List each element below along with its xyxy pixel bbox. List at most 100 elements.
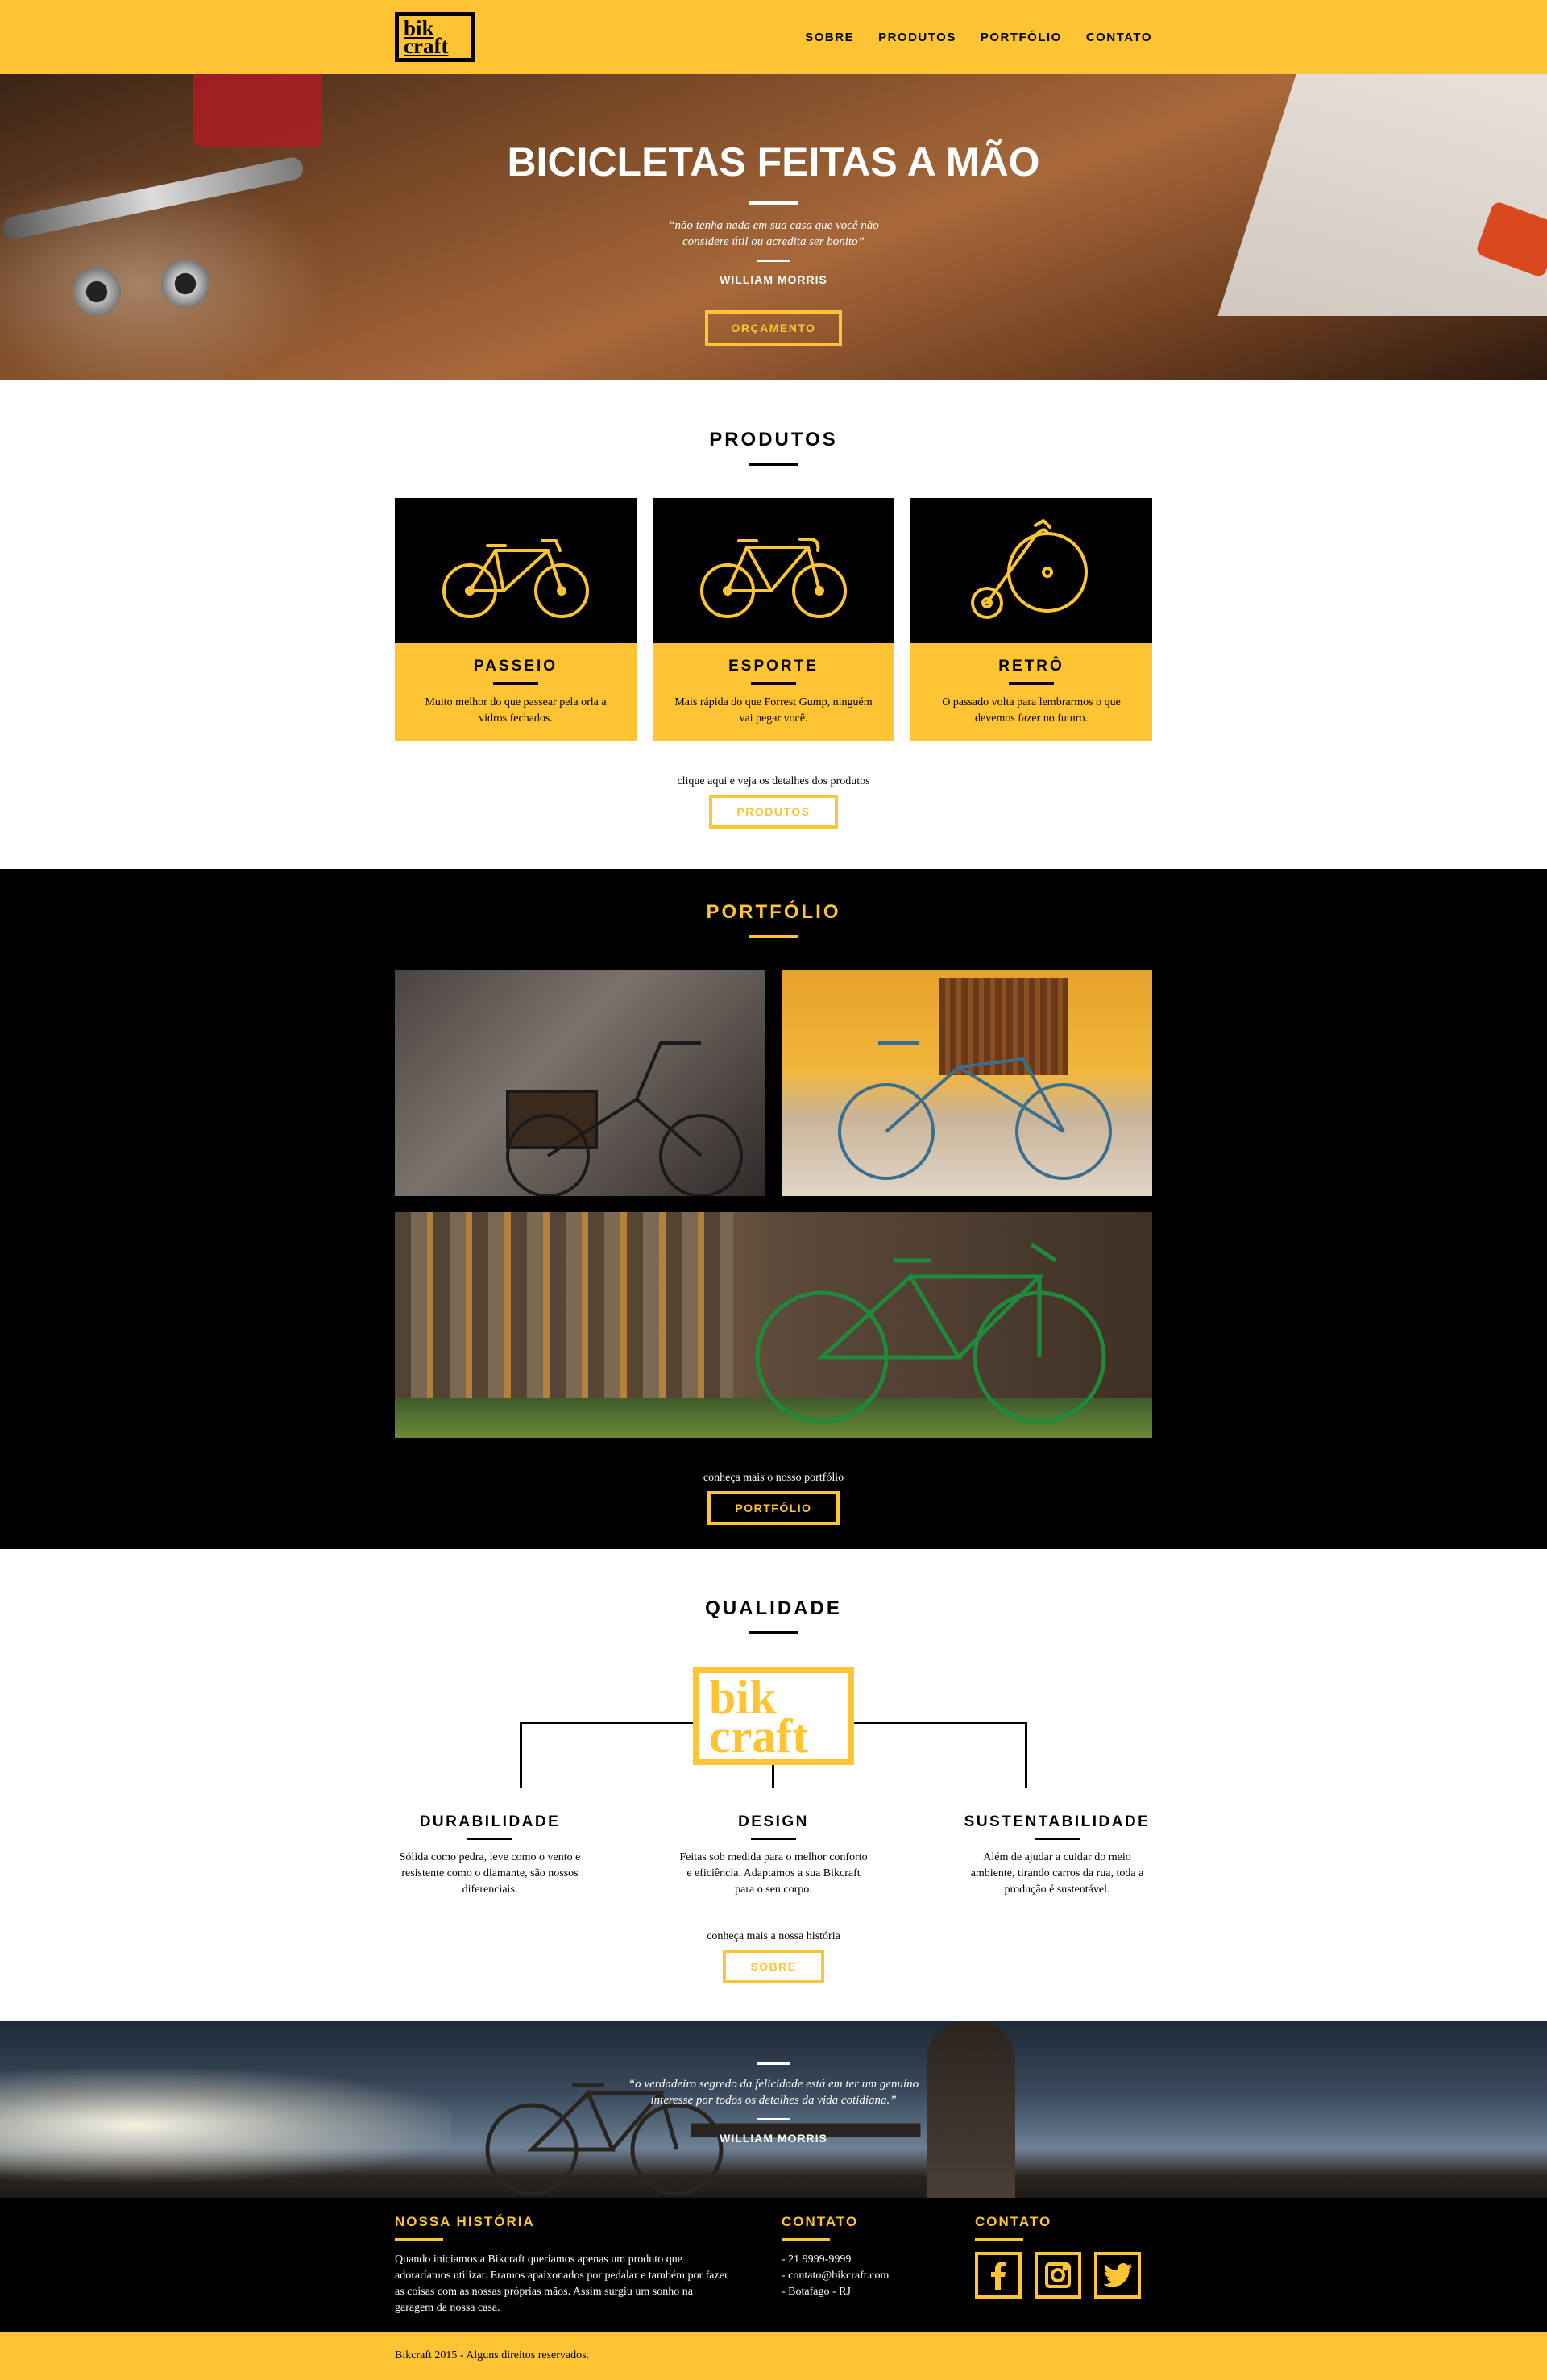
product-divider xyxy=(493,682,538,685)
logo-line2: craft xyxy=(404,34,449,58)
banner-author: WILLIAM MORRIS xyxy=(720,2132,827,2145)
portfolio-section: PORTFÓLIO conheça mais o nosso portfólio… xyxy=(0,869,1547,1549)
copyright-text: Bikcraft 2015 - Alguns direitos reservad… xyxy=(395,2349,590,2361)
qualidade-cta-text: conheça mais a nossa história xyxy=(707,1930,840,1942)
hero-section: BICICLETAS FEITAS A MÃO “não tenha nada … xyxy=(0,74,1547,380)
bike-silhouette xyxy=(838,1041,1112,1180)
nav-link-portfolio[interactable]: PORTFÓLIO xyxy=(981,31,1062,44)
banner-divider xyxy=(757,2118,790,2120)
section-title-portfolio: PORTFÓLIO xyxy=(706,901,841,923)
product-grid: PASSEIO Muito melhor do que passear pela… xyxy=(395,498,1152,741)
banner-divider xyxy=(757,2062,790,2065)
product-body: PASSEIO Muito melhor do que passear pela… xyxy=(395,643,637,741)
footer-email[interactable]: - contato@bikcraft.com xyxy=(782,2268,975,2284)
sobre-button[interactable]: SOBRE xyxy=(723,1950,824,1983)
footer-divider xyxy=(975,2238,1023,2241)
section-title-qualidade: QUALIDADE xyxy=(705,1597,842,1619)
quality-item-sustentabilidade: SUSTENTABILIDADE Além de ajudar a cuidar… xyxy=(962,1813,1152,1898)
footer-historia-text: Quando iniciamos a Bikcraft queriamos ap… xyxy=(395,2253,728,2314)
product-name: PASSEIO xyxy=(473,658,558,675)
footer-divider xyxy=(782,2238,830,2241)
connector-line xyxy=(520,1722,522,1788)
banner-quote: “o verdadeiro segredo da felicidade está… xyxy=(628,2078,919,2107)
quality-logo: bik craft xyxy=(693,1667,854,1765)
produtos-cta-text: clique aqui e veja os detalhes dos produ… xyxy=(677,775,870,787)
product-desc: Mais rápida do que Forrest Gump, ninguém… xyxy=(674,696,873,725)
main-nav: SOBRE PRODUTOS PORTFÓLIO CONTATO xyxy=(781,31,1152,44)
copyright-bar: Bikcraft 2015 - Alguns direitos reservad… xyxy=(0,2332,1547,2380)
connector-line xyxy=(772,1765,774,1788)
portfolio-cta-text: conheça mais o nosso portfólio xyxy=(703,1472,844,1484)
footer-social: CONTATO xyxy=(975,2214,1141,2316)
nav-link-sobre[interactable]: SOBRE xyxy=(805,31,854,44)
footer-phone: - 21 9999-9999 xyxy=(782,2253,852,2266)
city-bike-icon xyxy=(442,539,589,618)
penny-farthing-icon xyxy=(971,519,1088,619)
product-desc: Muito melhor do que passear pela orla a … xyxy=(425,696,607,725)
quality-divider xyxy=(467,1838,512,1840)
quote-banner: “o verdadeiro segredo da felicidade está… xyxy=(0,2021,1547,2198)
section-divider xyxy=(749,1631,798,1634)
product-name: RETRÔ xyxy=(998,658,1064,675)
bike-silhouette xyxy=(506,1041,743,1196)
quality-columns: DURABILIDADE Sólida como pedra, leve com… xyxy=(395,1813,1152,1898)
hero-title: BICICLETAS FEITAS A MÃO xyxy=(507,139,1040,185)
connector-line xyxy=(520,1722,693,1724)
hero-divider xyxy=(749,201,798,205)
logo[interactable]: bik craft xyxy=(395,12,475,62)
product-body: ESPORTE Mais rápida do que Forrest Gump,… xyxy=(653,643,894,741)
site-footer: NOSSA HISTÓRIA Quando iniciamos a Bikcra… xyxy=(0,2198,1547,2332)
product-desc: O passado volta para lembrarmos o que de… xyxy=(942,696,1121,725)
footer-address: - Botafago - RJ xyxy=(782,2286,851,2298)
quality-desc: Feitas sob medida para o melhor conforto… xyxy=(679,1851,868,1896)
hero-divider-small xyxy=(757,260,790,262)
footer-heading: CONTATO xyxy=(975,2214,1052,2229)
quality-divider xyxy=(1035,1838,1080,1840)
orcamento-button[interactable]: ORÇAMENTO xyxy=(705,310,842,346)
nav-link-contato[interactable]: CONTATO xyxy=(1086,31,1152,44)
twitter-icon[interactable] xyxy=(1094,2252,1141,2299)
quality-item-design: DESIGN Feitas sob medida para o melhor c… xyxy=(678,1813,869,1898)
product-body: RETRÔ O passado volta para lembrarmos o … xyxy=(910,643,1152,741)
product-divider xyxy=(1009,682,1054,685)
portfolio-image-blue-bike[interactable] xyxy=(782,970,1152,1196)
quality-desc: Além de ajudar a cuidar do meio ambiente… xyxy=(970,1851,1144,1896)
connector-line xyxy=(854,1722,1027,1724)
connector-line xyxy=(1025,1722,1027,1788)
footer-divider xyxy=(395,2238,443,2241)
produtos-section: PRODUTOS PASSEIO Muito melhor do que pas… xyxy=(0,380,1547,869)
footer-heading: NOSSA HISTÓRIA xyxy=(395,2214,535,2229)
portfolio-image-street-bike[interactable] xyxy=(395,970,765,1196)
product-image xyxy=(653,498,894,643)
footer-contato: CONTATO - 21 9999-9999 - contato@bikcraf… xyxy=(782,2214,975,2316)
product-divider xyxy=(751,682,796,685)
quality-divider xyxy=(751,1838,796,1840)
facebook-icon[interactable] xyxy=(975,2252,1022,2299)
qualidade-section: QUALIDADE bik craft DURABILIDADE Sólida … xyxy=(0,1549,1547,2021)
hero-author: WILLIAM MORRIS xyxy=(720,273,827,286)
quality-item-durabilidade: DURABILIDADE Sólida como pedra, leve com… xyxy=(395,1813,585,1898)
logo-line2: craft xyxy=(709,1709,809,1763)
site-header: bik craft SOBRE PRODUTOS PORTFÓLIO CONTA… xyxy=(0,0,1547,74)
portfolio-image-green-bike[interactable] xyxy=(395,1212,1152,1438)
product-name: ESPORTE xyxy=(728,658,819,675)
section-title-produtos: PRODUTOS xyxy=(709,429,838,451)
portfolio-button[interactable]: PORTFÓLIO xyxy=(707,1491,840,1525)
footer-historia: NOSSA HISTÓRIA Quando iniciamos a Bikcra… xyxy=(395,2214,733,2316)
product-card-retro[interactable]: RETRÔ O passado volta para lembrarmos o … xyxy=(910,498,1152,741)
footer-heading: CONTATO xyxy=(782,2214,859,2229)
product-card-passeio[interactable]: PASSEIO Muito melhor do que passear pela… xyxy=(395,498,637,741)
bike-silhouette xyxy=(755,1242,1106,1424)
portfolio-grid xyxy=(395,970,1152,1438)
quality-diagram: bik craft xyxy=(395,1667,1152,1820)
produtos-button[interactable]: PRODUTOS xyxy=(709,795,838,829)
hero-quote: “não tenha nada em sua casa que você não… xyxy=(668,219,879,248)
nav-link-produtos[interactable]: PRODUTOS xyxy=(878,31,956,44)
product-image xyxy=(395,498,637,643)
product-image xyxy=(910,498,1152,643)
section-divider xyxy=(749,463,798,466)
quality-desc: Sólida como pedra, leve como o vento e r… xyxy=(399,1851,581,1896)
instagram-icon[interactable] xyxy=(1035,2252,1081,2299)
product-card-esporte[interactable]: ESPORTE Mais rápida do que Forrest Gump,… xyxy=(653,498,894,741)
sport-bike-icon xyxy=(700,538,847,618)
